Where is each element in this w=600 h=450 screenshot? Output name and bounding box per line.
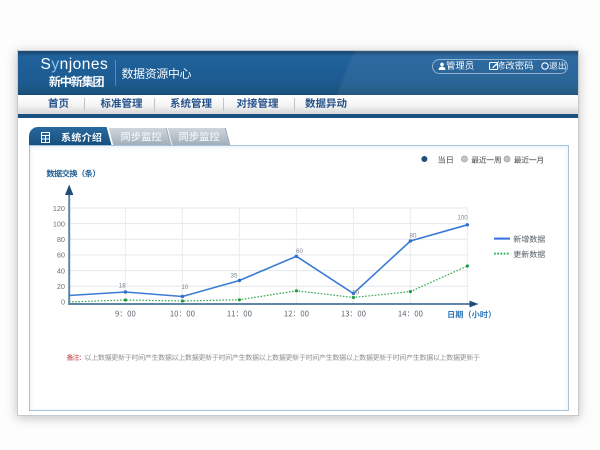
svg-text:40: 40 — [57, 266, 65, 275]
svg-text:80: 80 — [410, 233, 417, 240]
svg-text:18: 18 — [119, 283, 126, 290]
svg-text:20: 20 — [57, 282, 65, 291]
svg-text:10: 10 — [352, 290, 359, 297]
svg-text:100: 100 — [457, 215, 468, 222]
svg-text:60: 60 — [296, 248, 303, 255]
svg-text:0: 0 — [61, 298, 65, 307]
svg-text:120: 120 — [53, 204, 65, 213]
svg-text:100: 100 — [53, 219, 65, 228]
svg-text:80: 80 — [57, 235, 65, 244]
svg-text:10: 10 — [181, 284, 188, 291]
svg-text:35: 35 — [231, 273, 238, 280]
svg-text:60: 60 — [57, 251, 65, 260]
